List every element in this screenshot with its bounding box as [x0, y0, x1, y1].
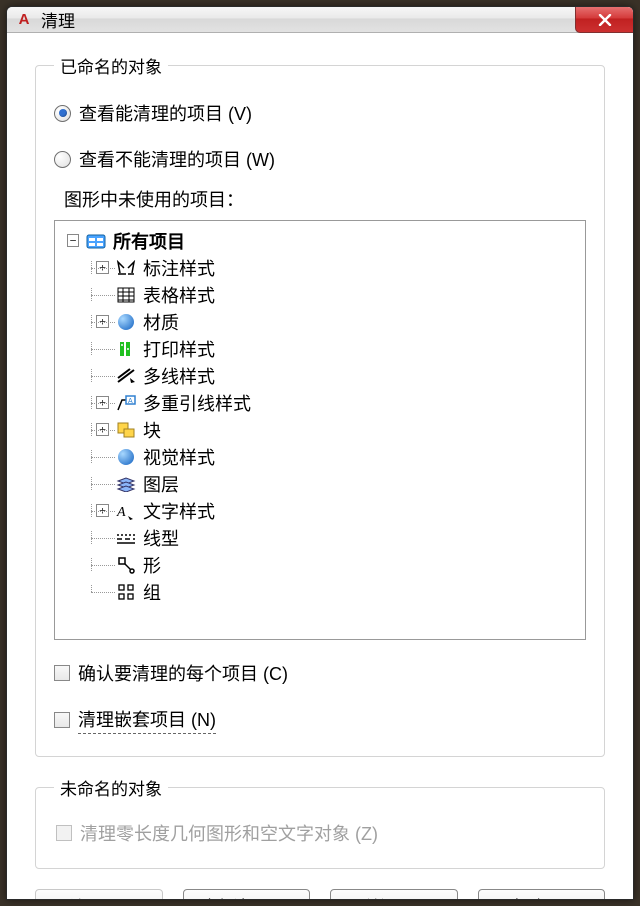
tree-item-icon: A	[115, 501, 137, 521]
svg-text:A: A	[116, 505, 126, 520]
help-button[interactable]: 帮助 (H)	[478, 889, 606, 900]
tree-item-label: 图层	[143, 471, 179, 497]
tree-root-row[interactable]: − 所有项目	[63, 227, 577, 254]
tree-item[interactable]: 打印样式	[63, 335, 577, 362]
tree-item-label: 材质	[143, 309, 179, 335]
checkbox-label: 确认要清理的每个项目 (C)	[78, 660, 288, 686]
app-icon: A	[15, 11, 33, 29]
close-button[interactable]: 关闭 (O)	[330, 889, 458, 900]
radio-view-purgeable[interactable]: 查看能清理的项目 (V)	[54, 100, 586, 126]
tree-root-label: 所有项目	[113, 228, 185, 254]
tree-item-label: 多线样式	[143, 363, 215, 389]
titlebar[interactable]: A 清理	[7, 7, 633, 33]
window-title: 清理	[41, 7, 75, 32]
tree-item-label: 多重引线样式	[143, 390, 251, 416]
tree-item-label: 视觉样式	[143, 444, 215, 470]
confirm-each-checkbox[interactable]: 确认要清理的每个项目 (C)	[54, 660, 586, 686]
tree-item-label: 文字样式	[143, 498, 215, 524]
tree-item-icon	[115, 582, 137, 602]
purge-button: 清理 (P)	[35, 889, 163, 900]
tree-item-icon	[115, 528, 137, 548]
tree-item-label: 组	[143, 579, 161, 605]
tree-item-label: 线型	[143, 525, 179, 551]
radio-label: 查看能清理的项目 (V)	[79, 100, 252, 126]
tree-item-icon	[115, 474, 137, 494]
purge-dialog: A 清理 已命名的对象 查看能清理的项目 (V) 查看不能清理的项目 (W) 图…	[6, 6, 634, 900]
tree-view[interactable]: − 所有项目 +标注样式表格样式+材质打印样式多线样式+A多重引线样式+块视觉样…	[54, 220, 586, 640]
tree-item[interactable]: +材质	[63, 308, 577, 335]
checkbox-label: 清理嵌套项目 (N)	[78, 706, 216, 734]
tree-item[interactable]: 表格样式	[63, 281, 577, 308]
tree-item[interactable]: 形	[63, 551, 577, 578]
checkbox-icon	[54, 665, 70, 681]
dialog-content: 已命名的对象 查看能清理的项目 (V) 查看不能清理的项目 (W) 图形中未使用…	[7, 33, 633, 900]
unnamed-objects-group: 未命名的对象 清理零长度几何图形和空文字对象 (Z)	[35, 775, 605, 869]
tree-item[interactable]: 图层	[63, 470, 577, 497]
purge-nested-checkbox[interactable]: 清理嵌套项目 (N)	[54, 706, 586, 734]
tree-item-icon	[115, 258, 137, 278]
tree-item-label: 表格样式	[143, 282, 215, 308]
close-window-button[interactable]	[575, 7, 633, 33]
collapse-icon[interactable]: −	[67, 234, 79, 247]
tree-item[interactable]: 多线样式	[63, 362, 577, 389]
tree-item[interactable]: 视觉样式	[63, 443, 577, 470]
unnamed-legend: 未命名的对象	[54, 775, 168, 800]
tree-item-icon	[115, 366, 137, 386]
named-legend: 已命名的对象	[54, 53, 168, 78]
all-items-icon	[85, 231, 107, 251]
tree-item[interactable]: 组	[63, 578, 577, 605]
tree-item[interactable]: +块	[63, 416, 577, 443]
radio-label: 查看不能清理的项目 (W)	[79, 146, 275, 172]
radio-icon	[54, 105, 71, 122]
tree-item-icon	[115, 555, 137, 575]
checkbox-icon	[54, 712, 70, 728]
tree-item-icon	[115, 312, 137, 332]
purge-all-button[interactable]: 全部清理 (A)	[183, 889, 311, 900]
tree-item[interactable]: 线型	[63, 524, 577, 551]
close-icon	[598, 14, 612, 26]
checkbox-icon	[56, 825, 72, 841]
radio-icon	[54, 151, 71, 168]
tree-item-icon	[115, 285, 137, 305]
tree-item-icon	[115, 420, 137, 440]
tree-item-icon	[115, 447, 137, 467]
purge-zero-empty-checkbox: 清理零长度几何图形和空文字对象 (Z)	[56, 820, 584, 846]
tree-heading: 图形中未使用的项目：	[64, 186, 586, 212]
svg-text:A: A	[128, 398, 133, 405]
tree-item-label: 打印样式	[143, 336, 215, 362]
tree-item-label: 块	[143, 417, 161, 443]
radio-view-nonpurgeable[interactable]: 查看不能清理的项目 (W)	[54, 146, 586, 172]
tree-item-label: 形	[143, 552, 161, 578]
tree-item[interactable]: +A多重引线样式	[63, 389, 577, 416]
tree-item[interactable]: +标注样式	[63, 254, 577, 281]
tree-item[interactable]: +A文字样式	[63, 497, 577, 524]
checkbox-label: 清理零长度几何图形和空文字对象 (Z)	[80, 820, 378, 846]
tree-item-icon: A	[115, 393, 137, 413]
button-row: 清理 (P) 全部清理 (A) 关闭 (O) 帮助 (H)	[35, 887, 605, 900]
tree-item-label: 标注样式	[143, 255, 215, 281]
tree-item-icon	[115, 339, 137, 359]
named-objects-group: 已命名的对象 查看能清理的项目 (V) 查看不能清理的项目 (W) 图形中未使用…	[35, 53, 605, 757]
